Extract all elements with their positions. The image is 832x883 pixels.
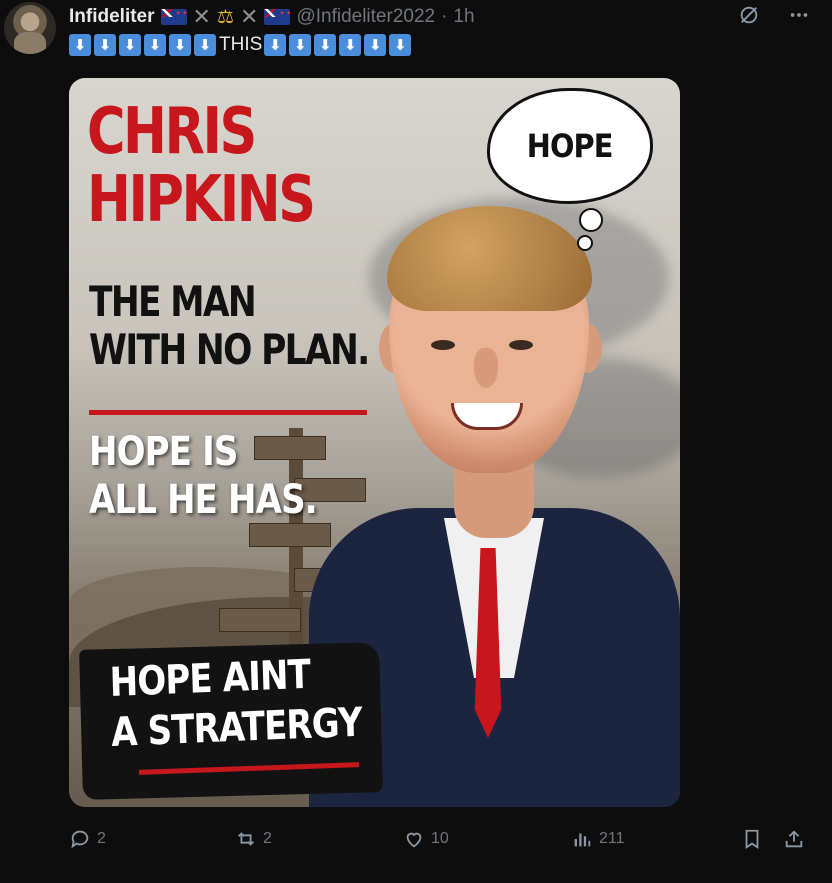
headline-line: CHRIS	[87, 95, 257, 169]
down-arrow-emoji: ⬇	[194, 34, 216, 56]
more-options-icon[interactable]	[788, 4, 810, 31]
nz-flag-icon	[160, 9, 187, 25]
post-text: ⬇ ⬇ ⬇ ⬇ ⬇ ⬇ THIS ⬇ ⬇ ⬇ ⬇ ⬇ ⬇	[69, 34, 414, 56]
bubble-text: HOPE	[527, 127, 614, 165]
reply-count: 2	[97, 830, 106, 847]
down-arrow-emoji: ⬇	[364, 34, 387, 56]
post-actions-bar: 2 2 10 211	[69, 828, 809, 854]
strategy-line: A STRATERGY	[110, 699, 363, 756]
user-handle[interactable]: @Infideliter2022	[296, 6, 435, 28]
like-button[interactable]: 10	[403, 828, 449, 850]
down-arrow-emoji: ⬇	[94, 34, 116, 56]
timestamp[interactable]: 1h	[453, 6, 474, 28]
display-name[interactable]: Infideliter	[69, 6, 155, 28]
separator-dot: ·	[441, 6, 448, 27]
hope-text: HOPE IS ALL HE HAS.	[89, 428, 318, 524]
down-arrow-emoji: ⬇	[264, 34, 287, 56]
heart-icon	[406, 832, 422, 848]
down-arrow-emoji: ⬇	[169, 34, 191, 56]
down-arrow-emoji: ⬇	[144, 34, 166, 56]
view-count: 211	[599, 830, 625, 847]
top-right-icons	[738, 4, 810, 31]
headline-name: CHRIS HIPKINS	[87, 95, 316, 237]
hope-line: ALL HE HAS.	[89, 477, 318, 523]
avatar[interactable]	[4, 2, 56, 54]
share-button[interactable]	[783, 828, 805, 850]
down-arrow-emoji: ⬇	[314, 34, 337, 56]
scales-icon: ⚖	[216, 6, 234, 28]
headline-line: HIPKINS	[87, 163, 316, 237]
hope-line: HOPE IS	[89, 429, 238, 475]
thought-bubble: HOPE	[487, 88, 653, 204]
sign-board	[249, 523, 331, 547]
nz-flag-icon	[264, 9, 291, 25]
reply-icon	[71, 830, 89, 849]
views-button[interactable]: 211	[571, 828, 625, 850]
down-arrow-emoji: ⬇	[69, 34, 91, 56]
subheadline-line: THE MAN	[89, 277, 257, 326]
down-arrow-emoji: ⬇	[389, 34, 412, 56]
down-arrow-emoji: ⬇	[289, 34, 312, 56]
eye-shape	[431, 340, 455, 350]
views-icon	[574, 833, 591, 847]
sign-board	[219, 608, 301, 632]
divider-rule	[89, 410, 367, 415]
eye-shape	[509, 340, 533, 350]
x-mark-icon: ✕	[240, 4, 259, 29]
repost-count: 2	[263, 830, 272, 847]
subheadline-line: WITH NO PLAN.	[89, 325, 370, 374]
repost-button[interactable]: 2	[235, 828, 272, 850]
post-media-image[interactable]: HOPE CHRIS HIPKINS THE MAN WITH NO PLAN.…	[69, 78, 680, 807]
x-mark-icon: ✕	[192, 4, 211, 29]
bookmark-button[interactable]	[741, 828, 763, 850]
grok-icon[interactable]	[738, 4, 760, 31]
post-header: Infideliter ✕ ⚖ ✕ @Infideliter2022 · 1h	[69, 4, 475, 30]
down-arrow-emoji: ⬇	[339, 34, 362, 56]
like-count: 10	[431, 830, 449, 847]
strategy-text: HOPE AINT A STRATERGY	[109, 648, 363, 758]
repost-icon	[238, 832, 254, 846]
bookmark-icon	[745, 829, 759, 849]
down-arrow-emoji: ⬇	[119, 34, 141, 56]
subheadline: THE MAN WITH NO PLAN.	[89, 277, 370, 374]
reply-button[interactable]: 2	[69, 828, 106, 850]
bubble-dot	[577, 235, 593, 251]
nose-shape	[474, 348, 498, 388]
share-icon	[785, 830, 803, 848]
post-text-body: THIS	[219, 34, 263, 55]
bubble-dot	[579, 208, 603, 232]
